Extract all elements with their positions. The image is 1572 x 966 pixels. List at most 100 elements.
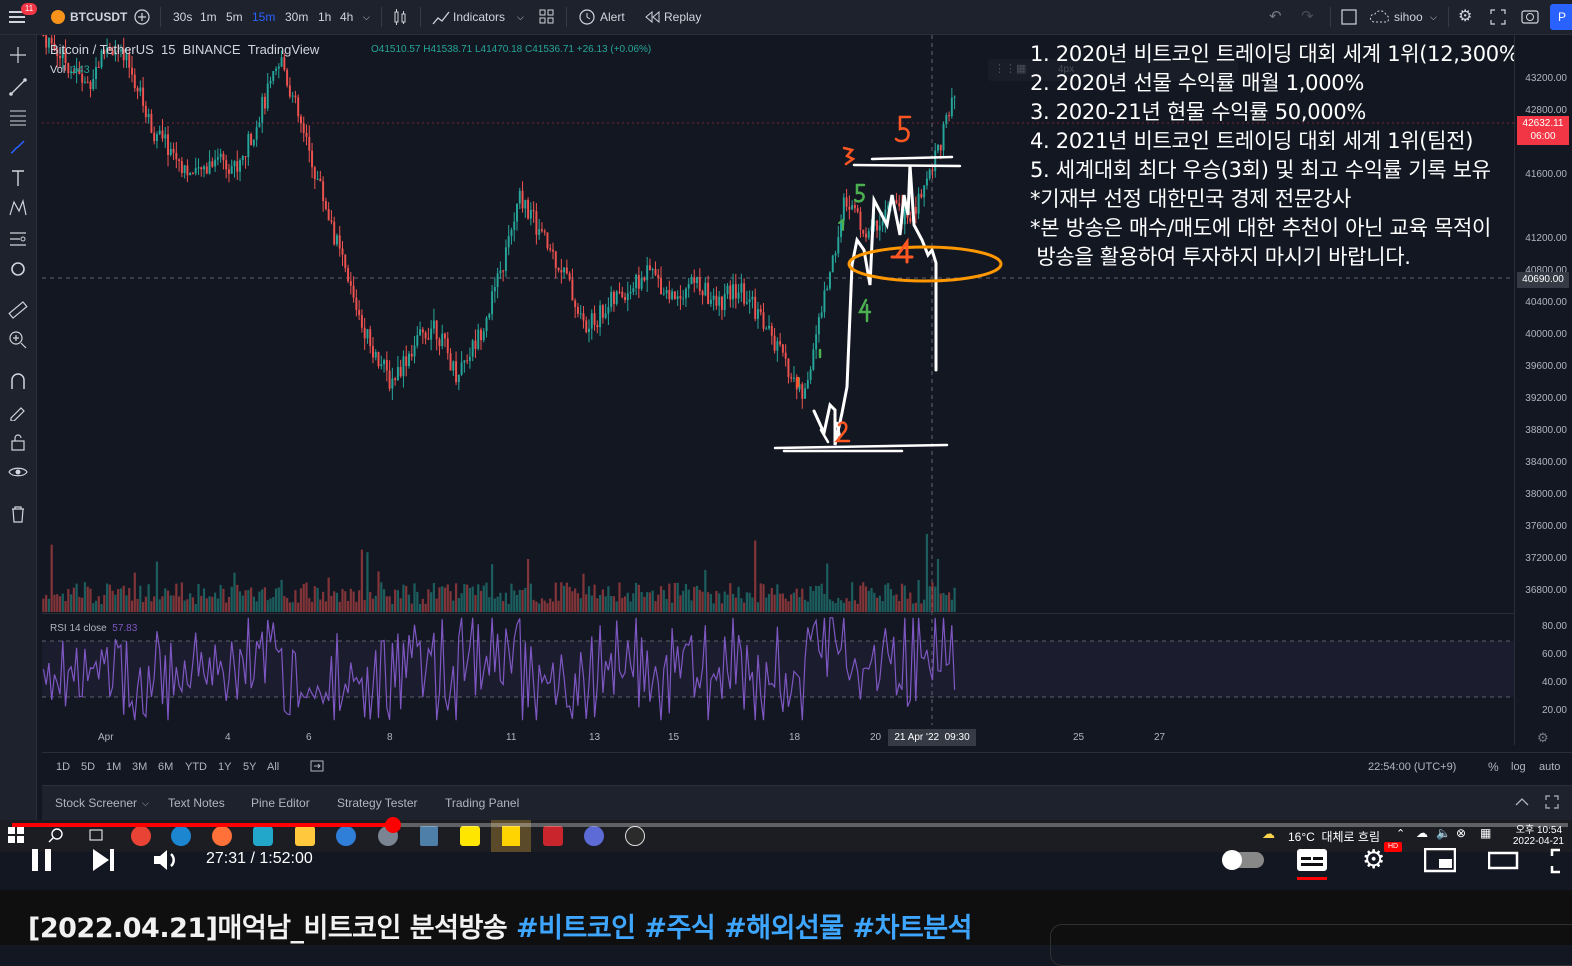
magnet-icon[interactable]	[8, 371, 28, 391]
indicators-icon[interactable]	[432, 0, 450, 34]
tab-text-notes[interactable]: Text Notes	[168, 786, 225, 820]
interval-30s[interactable]: 30s	[173, 0, 192, 34]
range-6m[interactable]: 6M	[158, 761, 173, 773]
chevron-down-icon[interactable]: ⌵	[517, 0, 524, 34]
candle-body	[208, 161, 211, 174]
volume-icon[interactable]: 🔈	[1436, 826, 1451, 840]
alert-button[interactable]: Alert	[600, 0, 625, 34]
expand-icon[interactable]	[1490, 0, 1506, 34]
chevron-down-icon[interactable]: ⌵	[142, 786, 149, 820]
shapes-circle-icon[interactable]	[8, 259, 28, 279]
maximize-panel-icon[interactable]	[1544, 794, 1560, 815]
ime-icon[interactable]: ▦	[1480, 826, 1491, 840]
lock-icon[interactable]	[8, 432, 28, 452]
axis-settings-gear-icon[interactable]: ⚙	[1537, 730, 1549, 746]
range-1d[interactable]: 1D	[56, 761, 70, 773]
theater-mode-icon[interactable]	[1488, 850, 1520, 872]
settings-gear-icon[interactable]: ⚙	[1458, 0, 1472, 34]
auto-scale-toggle[interactable]: auto	[1539, 761, 1560, 773]
symbol-search[interactable]: BTCUSDT	[70, 0, 127, 34]
crosshair-icon[interactable]	[8, 45, 28, 65]
cloud-icon[interactable]	[1370, 0, 1392, 34]
fullscreen-icon[interactable]	[1550, 848, 1572, 874]
settings-gear-icon[interactable]: ⚙	[1362, 844, 1385, 875]
clock-timezone[interactable]: 22:54:00 (UTC+9)	[1368, 761, 1456, 773]
range-5y[interactable]: 5Y	[243, 761, 256, 773]
chevron-down-icon[interactable]: ⌵	[1430, 0, 1437, 34]
overlay-line-5: 5. 세계대회 최다 우승(3회) 및 최고 수익률 기록 보유	[1030, 158, 1491, 182]
autoplay-toggle[interactable]	[1222, 850, 1264, 870]
replay-icon[interactable]	[644, 0, 660, 34]
interval-4h[interactable]: 4h	[340, 0, 353, 34]
log-scale-toggle[interactable]: log	[1511, 761, 1526, 773]
volume-bar	[795, 588, 798, 612]
candle-body	[97, 66, 100, 68]
tab-strategy-tester[interactable]: Strategy Tester	[337, 786, 417, 820]
volume-bar	[418, 603, 422, 612]
fib-retracement-icon[interactable]	[8, 107, 28, 127]
template-icon[interactable]: ▦	[1016, 62, 1026, 75]
tray-chevron-icon[interactable]: ⌃	[1396, 827, 1405, 840]
fullscreen-square-icon[interactable]	[1341, 0, 1357, 34]
candle-body	[150, 113, 153, 133]
text-tool-icon[interactable]	[8, 168, 28, 188]
layout-name[interactable]: sihoo	[1394, 0, 1423, 34]
ruler-icon[interactable]	[8, 300, 28, 320]
chevron-up-icon[interactable]	[1514, 794, 1530, 815]
chevron-down-icon[interactable]: ⌵	[363, 0, 370, 34]
tray-app-icon[interactable]: ⊗	[1456, 826, 1466, 840]
camera-icon[interactable]	[1520, 0, 1540, 34]
range-ytd[interactable]: YTD	[185, 761, 207, 773]
price-axis[interactable]: 43200.00 42800.00 41600.00 41200.00 4080…	[1514, 35, 1572, 745]
range-3m[interactable]: 3M	[132, 761, 147, 773]
indicators-button[interactable]: Indicators	[453, 0, 505, 34]
redo-icon[interactable]: ↷	[1301, 0, 1314, 34]
volume-bar	[790, 594, 793, 612]
volume-icon[interactable]	[152, 847, 180, 873]
interval-15m[interactable]: 15m	[252, 0, 275, 34]
percent-scale-toggle[interactable]: %	[1488, 760, 1499, 774]
network-icon[interactable]: ☁	[1416, 826, 1428, 840]
candle-body	[543, 231, 546, 233]
interval-30m[interactable]: 30m	[285, 0, 308, 34]
range-5d[interactable]: 5D	[81, 761, 95, 773]
tab-trading-panel[interactable]: Trading Panel	[445, 786, 519, 820]
interval-1h[interactable]: 1h	[318, 0, 331, 34]
pencil-lock-icon[interactable]	[8, 401, 28, 421]
prediction-tool-icon[interactable]	[8, 229, 28, 249]
tab-pine-editor[interactable]: Pine Editor	[251, 786, 310, 820]
subtitles-icon[interactable]	[1296, 847, 1328, 881]
progress-bar[interactable]	[12, 817, 1568, 833]
volume-bar	[632, 593, 635, 612]
candle-body	[175, 152, 178, 160]
compare-add-icon[interactable]	[133, 0, 151, 34]
candle-body	[269, 80, 272, 84]
alert-clock-icon[interactable]	[578, 0, 596, 34]
eye-icon[interactable]	[8, 462, 28, 482]
drag-handle-icon[interactable]: ⋮⋮	[994, 62, 1016, 75]
pause-icon[interactable]	[30, 847, 54, 873]
pattern-tool-icon[interactable]	[8, 198, 28, 218]
interval-1m[interactable]: 1m	[200, 0, 217, 34]
candle-body	[590, 313, 593, 329]
trend-line-icon[interactable]	[8, 77, 28, 97]
publish-button[interactable]: P	[1550, 4, 1572, 30]
range-1y[interactable]: 1Y	[218, 761, 231, 773]
undo-icon[interactable]: ↶	[1269, 0, 1282, 34]
tab-stock-screener[interactable]: Stock Screener	[55, 786, 137, 820]
miniplayer-icon[interactable]	[1424, 848, 1456, 874]
brush-icon[interactable]	[8, 137, 28, 157]
layout-grid-icon[interactable]	[539, 0, 555, 34]
candle-body	[704, 282, 707, 296]
trash-icon[interactable]	[8, 504, 28, 524]
range-1m[interactable]: 1M	[106, 761, 121, 773]
zoom-in-icon[interactable]	[8, 330, 28, 350]
goto-date-icon[interactable]	[309, 758, 325, 779]
candle-type-icon[interactable]	[392, 0, 408, 34]
next-icon[interactable]	[91, 847, 117, 873]
range-all[interactable]: All	[267, 761, 279, 773]
volume-bar	[524, 587, 527, 612]
replay-button[interactable]: Replay	[664, 0, 701, 34]
interval-5m[interactable]: 5m	[226, 0, 243, 34]
video-title-hashtags[interactable]: #비트코인 #주식 #해외선물 #차트분석	[516, 913, 972, 944]
